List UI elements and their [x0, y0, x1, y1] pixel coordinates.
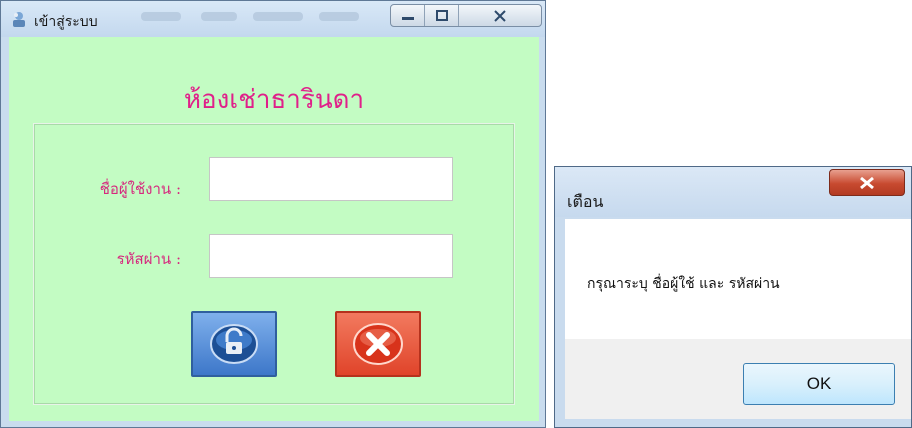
menu-ghost [319, 12, 359, 21]
app-icon [13, 12, 25, 27]
dialog-title: เตือน [567, 192, 604, 211]
page-title: ห้องเช่าธารินดา [183, 85, 365, 115]
close-icon [860, 176, 874, 189]
close-icon [494, 9, 506, 22]
password-input[interactable] [209, 234, 453, 278]
cancel-x-icon [353, 323, 403, 365]
maximize-icon [435, 9, 448, 21]
dialog-message: กรุณาระบุ ชื่อผู้ใช้ และ รหัสผ่าน [587, 276, 780, 292]
username-input[interactable] [209, 157, 453, 201]
ok-button[interactable]: OK [743, 363, 895, 405]
login-button[interactable] [191, 311, 277, 377]
dialog-footer: OK [565, 339, 911, 419]
menu-ghost [201, 12, 237, 21]
username-label: ชื่อผู้ใช้งาน : [99, 180, 181, 198]
login-titlebar: เข้าสู่ระบบ [1, 1, 545, 37]
dialog-titlebar: เตือน [555, 167, 911, 217]
alert-dialog: เตือน กรุณาระบุ ชื่อผู้ใช้ และ รหัสผ่าน … [554, 166, 912, 428]
unlock-icon [210, 324, 258, 364]
menu-ghost [141, 12, 181, 21]
menu-ghost [253, 12, 303, 21]
close-button[interactable] [459, 5, 541, 26]
password-label: รหัสผ่าน : [116, 250, 181, 268]
dialog-close-button[interactable] [829, 169, 905, 196]
minimize-icon [401, 16, 414, 20]
login-form: ห้องเช่าธารินดา ชื่อผู้ใช้งาน : รหัสผ่าน… [9, 37, 539, 421]
login-window: เข้าสู่ระบบ ห้องเช่าธารินดา ชื่อผู้ใช้งา… [0, 0, 546, 428]
maximize-button[interactable] [425, 5, 459, 26]
dialog-body: กรุณาระบุ ชื่อผู้ใช้ และ รหัสผ่าน [565, 219, 911, 339]
window-controls [390, 4, 542, 27]
cancel-button[interactable] [335, 311, 421, 377]
minimize-button[interactable] [391, 5, 425, 26]
window-title: เข้าสู่ระบบ [34, 14, 98, 30]
